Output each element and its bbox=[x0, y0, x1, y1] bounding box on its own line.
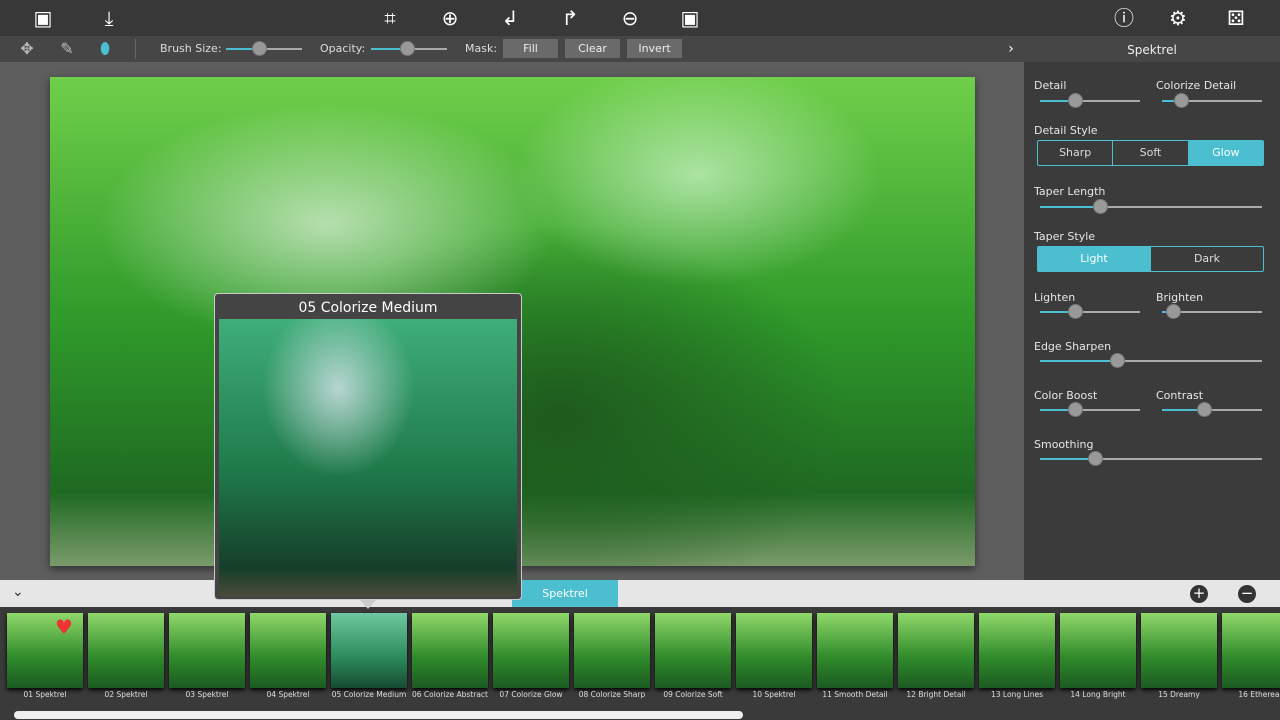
contrast-label: Contrast bbox=[1156, 389, 1204, 402]
detail-style-segmented: Sharp Soft Glow bbox=[1037, 140, 1264, 166]
taper-style-label: Taper Style bbox=[1034, 230, 1096, 243]
preset-preview-popup: 05 Colorize Medium bbox=[214, 293, 522, 600]
preset-thumbnail[interactable] bbox=[817, 613, 893, 688]
brush-size-slider[interactable] bbox=[226, 41, 302, 56]
brighten-label: Brighten bbox=[1156, 291, 1204, 304]
preset-thumbnail[interactable] bbox=[169, 613, 245, 688]
preset-thumbnail[interactable] bbox=[250, 613, 326, 688]
detail-style-glow[interactable]: Glow bbox=[1188, 141, 1263, 165]
detail-style-soft[interactable]: Soft bbox=[1113, 141, 1189, 165]
detail-style-label: Detail Style bbox=[1034, 124, 1098, 137]
divider bbox=[135, 39, 136, 59]
preset-label: 07 Colorize Glow bbox=[499, 690, 563, 699]
preset-thumbnail[interactable] bbox=[1141, 613, 1217, 688]
edge-sharpen-slider[interactable] bbox=[1040, 353, 1262, 368]
crop-icon[interactable]: ⌗ bbox=[377, 5, 403, 31]
mask-fill-button[interactable]: Fill bbox=[503, 39, 558, 58]
preset-thumbnail[interactable] bbox=[1060, 613, 1136, 688]
detail-label: Detail bbox=[1034, 79, 1067, 92]
move-icon[interactable]: ✥ bbox=[14, 36, 40, 62]
preview-image bbox=[219, 319, 517, 596]
preset-label: 16 Ethereal bbox=[1238, 690, 1280, 699]
remove-preset-icon[interactable]: − bbox=[1238, 585, 1256, 603]
preset-label: 14 Long Bright bbox=[1070, 690, 1126, 699]
settings-icon[interactable]: ⚙ bbox=[1165, 5, 1191, 31]
open-image-icon[interactable]: ▣ bbox=[30, 5, 56, 31]
preset-label: 12 Bright Detail bbox=[906, 690, 966, 699]
mask-invert-button[interactable]: Invert bbox=[627, 39, 682, 58]
mask-label: Mask: bbox=[465, 42, 498, 55]
add-preset-icon[interactable]: + bbox=[1190, 585, 1208, 603]
fit-image-icon[interactable]: ▣ bbox=[677, 5, 703, 31]
brush-icon[interactable]: ✎ bbox=[54, 36, 80, 62]
preset-thumbnail[interactable] bbox=[655, 613, 731, 688]
preset-label: 09 Colorize Soft bbox=[663, 690, 723, 699]
undo-icon[interactable]: ↲ bbox=[497, 5, 523, 31]
detail-slider[interactable] bbox=[1040, 93, 1140, 108]
save-icon[interactable]: ⤓ bbox=[96, 5, 122, 31]
settings-panel: Detail Colorize Detail Detail Style Shar… bbox=[1024, 62, 1280, 580]
zoom-out-icon[interactable]: ⊖ bbox=[617, 5, 643, 31]
opacity-label: Opacity: bbox=[320, 42, 366, 55]
mask-clear-button[interactable]: Clear bbox=[565, 39, 620, 58]
preset-thumbnail[interactable] bbox=[493, 613, 569, 688]
preset-thumbnail[interactable] bbox=[331, 613, 407, 688]
preset-thumbnail[interactable] bbox=[412, 613, 488, 688]
preset-thumbnail[interactable] bbox=[898, 613, 974, 688]
taper-length-label: Taper Length bbox=[1034, 185, 1106, 198]
taper-style-light[interactable]: Light bbox=[1038, 247, 1151, 271]
lighten-label: Lighten bbox=[1034, 291, 1076, 304]
redo-icon[interactable]: ↱ bbox=[557, 5, 583, 31]
preset-thumbnail[interactable] bbox=[88, 613, 164, 688]
preset-thumbnail[interactable] bbox=[1222, 613, 1280, 688]
color-boost-label: Color Boost bbox=[1034, 389, 1098, 402]
top-toolbar: ▣ ⤓ ⌗ ⊕ ↲ ↱ ⊖ ▣ ⓘ ⚙ ⚄ bbox=[0, 0, 1280, 36]
preset-label: 03 Spektrel bbox=[185, 690, 229, 699]
opacity-slider[interactable] bbox=[371, 41, 447, 56]
preview-title: 05 Colorize Medium bbox=[298, 300, 438, 316]
contrast-slider[interactable] bbox=[1162, 402, 1262, 417]
popup-pointer bbox=[359, 599, 377, 609]
taper-style-segmented: Light Dark bbox=[1037, 246, 1264, 272]
panel-title: Spektrel bbox=[1127, 43, 1177, 57]
smoothing-slider[interactable] bbox=[1040, 451, 1262, 466]
brighten-slider[interactable] bbox=[1162, 304, 1262, 319]
preset-category-tab[interactable]: Spektrel bbox=[512, 580, 618, 607]
colorize-detail-slider[interactable] bbox=[1162, 93, 1262, 108]
detail-style-sharp[interactable]: Sharp bbox=[1038, 141, 1114, 165]
eraser-icon[interactable]: ⬮ bbox=[92, 36, 118, 62]
taper-style-dark[interactable]: Dark bbox=[1151, 247, 1263, 271]
random-dice-icon[interactable]: ⚄ bbox=[1223, 5, 1249, 31]
preset-label: 10 Spektrel bbox=[752, 690, 796, 699]
preset-thumbnail[interactable]: ♥ bbox=[7, 613, 83, 688]
preset-label: 01 Spektrel bbox=[23, 690, 67, 699]
preset-strip-header: ⌄ bbox=[0, 580, 1280, 607]
favorite-heart-icon[interactable]: ♥ bbox=[55, 615, 73, 639]
preset-thumbnail[interactable] bbox=[736, 613, 812, 688]
preset-label: 06 Colorize Abstract bbox=[411, 690, 488, 699]
smoothing-label: Smoothing bbox=[1034, 438, 1094, 451]
edge-sharpen-label: Edge Sharpen bbox=[1034, 340, 1112, 353]
preset-label: 02 Spektrel bbox=[104, 690, 148, 699]
zoom-in-icon[interactable]: ⊕ bbox=[437, 5, 463, 31]
lighten-slider[interactable] bbox=[1040, 304, 1140, 319]
color-boost-slider[interactable] bbox=[1040, 402, 1140, 417]
preset-label: 05 Colorize Medium bbox=[331, 690, 407, 699]
colorize-detail-label: Colorize Detail bbox=[1156, 79, 1237, 92]
preset-label: 11 Smooth Detail bbox=[822, 690, 888, 699]
preset-thumbnail[interactable] bbox=[574, 613, 650, 688]
chevron-right-icon[interactable]: › bbox=[998, 36, 1024, 62]
preset-thumbnail[interactable] bbox=[979, 613, 1055, 688]
preset-label: 04 Spektrel bbox=[266, 690, 310, 699]
preset-label: 08 Colorize Sharp bbox=[578, 690, 646, 699]
preset-label: 15 Dreamy bbox=[1158, 690, 1200, 699]
brush-size-label: Brush Size: bbox=[160, 42, 222, 55]
collapse-chevron-icon[interactable]: ⌄ bbox=[12, 584, 24, 600]
info-icon[interactable]: ⓘ bbox=[1111, 5, 1137, 31]
strip-scrollbar[interactable] bbox=[14, 711, 743, 719]
taper-length-slider[interactable] bbox=[1040, 199, 1262, 214]
preset-label: 13 Long Lines bbox=[991, 690, 1043, 699]
